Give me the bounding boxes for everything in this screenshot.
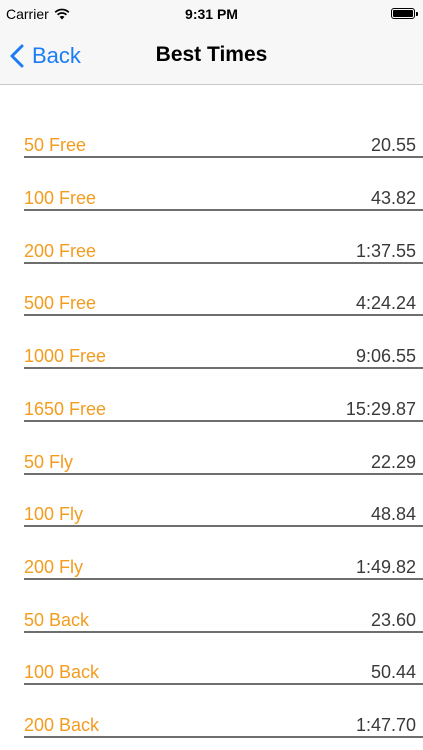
time-value: 43.82 <box>370 188 416 208</box>
time-value: 4:24.24 <box>355 293 416 313</box>
list-item[interactable]: 50 Back 23.60 <box>24 605 423 633</box>
event-label: 100 Fly <box>24 504 84 524</box>
list-item[interactable]: 100 Back 50.44 <box>24 657 423 685</box>
event-label: 200 Back <box>24 715 100 735</box>
event-label: 200 Fly <box>24 557 84 577</box>
time-value: 22.29 <box>370 452 416 472</box>
navigation-bar: Back Best Times <box>0 28 423 85</box>
row-divider <box>24 525 423 527</box>
page-title: Best Times <box>155 43 268 66</box>
time-value: 15:29.87 <box>345 399 416 419</box>
event-label: 100 Free <box>24 188 97 208</box>
row-divider <box>24 578 423 580</box>
event-label: 50 Back <box>24 610 90 630</box>
time-value: 23.60 <box>370 610 416 630</box>
row-divider <box>24 420 423 422</box>
row-divider <box>24 262 423 264</box>
time-value: 1:37.55 <box>355 241 416 261</box>
list-item[interactable]: 100 Fly 48.84 <box>24 499 423 527</box>
time-value: 20.55 <box>370 135 416 155</box>
event-label: 1000 Free <box>24 346 107 366</box>
clock: 9:31 PM <box>185 6 238 22</box>
row-divider <box>24 209 423 211</box>
list-item[interactable]: 100 Free 43.82 <box>24 183 423 211</box>
event-label: 500 Free <box>24 293 97 313</box>
time-value: 1:47.70 <box>355 715 416 735</box>
list-item[interactable]: 200 Fly 1:49.82 <box>24 552 423 580</box>
event-label: 50 Fly <box>24 452 74 472</box>
row-divider <box>24 631 423 633</box>
time-value: 9:06.55 <box>355 346 416 366</box>
time-value: 48.84 <box>370 504 416 524</box>
list-item[interactable]: 1000 Free 9:06.55 <box>24 341 423 369</box>
battery-icon <box>391 8 418 19</box>
list-item[interactable]: 500 Free 4:24.24 <box>24 288 423 316</box>
list-item[interactable]: 1650 Free 15:29.87 <box>24 394 423 422</box>
row-divider <box>24 683 423 685</box>
time-value: 1:49.82 <box>355 557 416 577</box>
row-divider <box>24 156 423 158</box>
event-label: 50 Free <box>24 135 87 155</box>
event-label: 100 Back <box>24 662 100 682</box>
status-bar: Carrier 9:31 PM <box>0 0 423 28</box>
row-divider <box>24 736 423 738</box>
event-label: 200 Free <box>24 241 97 261</box>
list-item[interactable]: 50 Free 20.55 <box>24 130 423 158</box>
row-divider <box>24 367 423 369</box>
list-item[interactable]: 200 Free 1:37.55 <box>24 236 423 264</box>
list-item[interactable]: 50 Fly 22.29 <box>24 447 423 475</box>
event-label: 1650 Free <box>24 399 107 419</box>
time-value: 50.44 <box>370 662 416 682</box>
row-divider <box>24 473 423 475</box>
row-divider <box>24 314 423 316</box>
list-item[interactable]: 200 Back 1:47.70 <box>24 710 423 738</box>
